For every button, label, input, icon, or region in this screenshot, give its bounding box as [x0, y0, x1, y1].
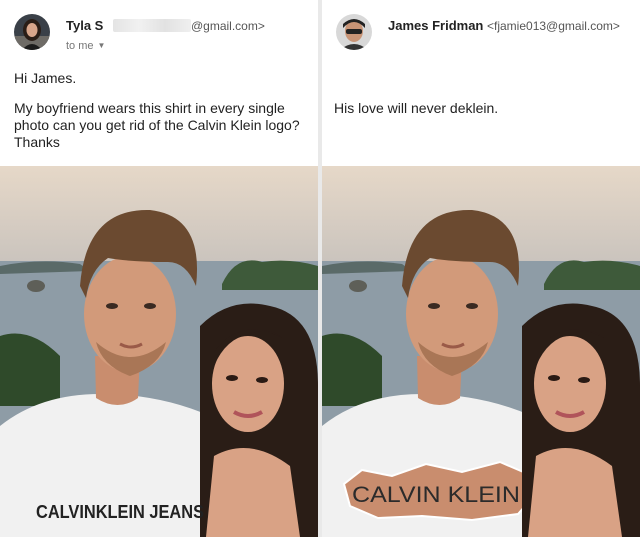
reply-header: James Fridman <fjamie013@gmail.com> — [336, 12, 634, 52]
recipient-label: to me — [66, 40, 94, 52]
reply-email-panel: James Fridman <fjamie013@gmail.com> His … — [322, 0, 640, 537]
redacted-email — [112, 19, 191, 32]
sender-email: @gmail.com> — [190, 19, 265, 33]
email-message: My boyfriend wears this shirt in every s… — [14, 100, 300, 150]
email-greeting: Hi James. — [14, 70, 77, 86]
shirt-logo-text: CALVINKLEIN JEANS — [36, 502, 204, 522]
couple-photo-edited: CALVIN KLEIN — [322, 166, 640, 537]
original-email-panel: Tyla S @gmail.com> to me ▼ Hi James. My b… — [0, 0, 318, 537]
email-header: Tyla S @gmail.com> to me ▼ — [14, 12, 312, 52]
reply-message: His love will never deklein. — [334, 100, 499, 116]
chevron-down-icon[interactable]: ▼ — [98, 41, 106, 50]
skin-logo-text: CALVIN KLEIN — [352, 482, 520, 507]
reply-sender-name: James Fridman — [388, 18, 484, 33]
avatar-woman-icon — [14, 14, 50, 50]
reply-avatar[interactable] — [336, 14, 372, 50]
attached-photo-original: CALVINKLEIN JEANS — [0, 166, 318, 537]
sender-name: Tyla S — [66, 18, 104, 33]
avatar-man-icon — [336, 14, 372, 50]
sender-line: Tyla S @gmail.com> — [66, 18, 265, 33]
recipient-toggle[interactable]: to me ▼ — [66, 40, 105, 52]
reply-sender-line: James Fridman <fjamie013@gmail.com> — [388, 18, 620, 33]
sender-avatar[interactable] — [14, 14, 50, 50]
attached-photo-edited: CALVIN KLEIN — [322, 166, 640, 537]
couple-photo-original: CALVINKLEIN JEANS — [0, 166, 318, 537]
reply-sender-email: <fjamie013@gmail.com> — [487, 19, 620, 33]
